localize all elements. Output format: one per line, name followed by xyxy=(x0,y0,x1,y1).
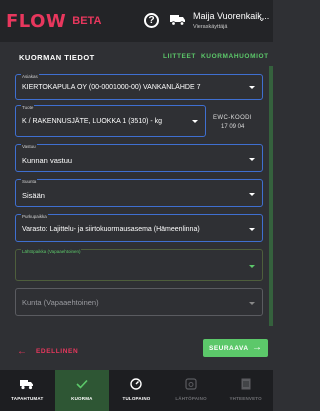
direction-select[interactable]: Suunta Sisään xyxy=(15,179,263,207)
nav-item-label: TAPAHTUMAT xyxy=(11,396,44,401)
scroll-accent xyxy=(269,66,273,326)
chevron-down-icon xyxy=(249,193,255,196)
document-icon xyxy=(241,378,251,390)
bottom-navigation: TAPAHTUMAT KUORMA TULOPAINO LÄHTÖPAINO Y… xyxy=(0,370,273,411)
scale-icon xyxy=(185,378,197,390)
municipality-select[interactable]: Kunta (Vapaaehtoinen) xyxy=(15,288,263,316)
truck-icon xyxy=(170,15,185,26)
product-select[interactable]: Tuote K / RAKENNUSJÄTE, LUOKKA 1 (3510) … xyxy=(15,105,206,137)
direction-label: Suunta xyxy=(21,179,38,184)
unloading-site-select[interactable]: Purkupaikka Varasto: Lajittelu- ja siirt… xyxy=(15,214,263,242)
responsibility-label: Vastuu xyxy=(21,144,37,149)
app-logo[interactable]: FLOW xyxy=(6,11,66,32)
load-notes-link[interactable]: KUORMAHUOMIOT xyxy=(201,53,269,60)
nav-item-label: LÄHTÖPAINO xyxy=(175,396,207,401)
help-icon[interactable]: ? xyxy=(144,13,159,28)
nav-item-events[interactable]: TAPAHTUMAT xyxy=(0,370,55,411)
arrow-left-icon[interactable]: ← xyxy=(17,346,27,357)
municipality-placeholder: Kunta (Vapaaehtoinen) xyxy=(22,298,99,307)
beta-badge: BETA xyxy=(72,15,102,27)
next-button[interactable]: SEURAAVA → xyxy=(203,339,268,357)
responsibility-select[interactable]: Vastuu Kunnan vastuu xyxy=(15,144,263,172)
next-button-label: SEURAAVA xyxy=(209,344,249,352)
nav-item-departure-weight[interactable]: LÄHTÖPAINO xyxy=(164,370,219,411)
chevron-down-icon xyxy=(249,228,255,231)
ewc-code-title: EWC-KOODI xyxy=(213,115,252,121)
previous-button[interactable]: EDELLINEN xyxy=(36,348,78,355)
nav-item-label: TULOPAINO xyxy=(122,396,151,401)
truck-icon xyxy=(20,378,34,390)
origin-select[interactable]: Lähtöpaikka (Vapaaehtoinen) xyxy=(15,249,263,281)
origin-label: Lähtöpaikka (Vapaaehtoinen) xyxy=(21,249,82,254)
nav-item-load[interactable]: KUORMA xyxy=(54,370,110,411)
top-bar: FLOW BETA xyxy=(0,0,273,42)
chevron-down-icon xyxy=(249,158,255,161)
customer-value: KIERTOKAPULA OY (00-0001000-00) VANKANLÄ… xyxy=(22,84,201,91)
chevron-down-icon[interactable]: ⌄ xyxy=(258,13,266,24)
customer-select[interactable]: Asiakas KIERTOKAPULA OY (00-0001000-00) … xyxy=(15,74,263,100)
section-title: KUORMAN TIEDOT xyxy=(19,53,95,62)
chevron-down-icon xyxy=(249,265,255,268)
attachments-link[interactable]: LIITTEET xyxy=(163,53,196,60)
arrow-right-icon: → xyxy=(252,342,262,353)
chevron-down-icon xyxy=(249,302,255,305)
ewc-code-value: 17 09 04 xyxy=(221,124,245,130)
responsibility-value: Kunnan vastuu xyxy=(22,156,73,165)
product-value: K / RAKENNUSJÄTE, LUOKKA 1 (3510) - kg xyxy=(22,118,163,125)
product-label: Tuote xyxy=(21,105,35,110)
nav-item-label: YHTEENVETO xyxy=(229,396,262,401)
chevron-down-icon xyxy=(192,120,198,123)
gauge-icon xyxy=(130,378,143,390)
nav-item-summary[interactable]: YHTEENVETO xyxy=(218,370,273,411)
nav-item-arrival-weight[interactable]: TULOPAINO xyxy=(109,370,164,411)
unloading-site-label: Purkupaikka xyxy=(21,214,48,219)
unloading-site-value: Varasto: Lajittelu- ja siirtokuormausase… xyxy=(22,226,200,233)
check-icon xyxy=(76,378,88,390)
user-role: Vieraskäyttäjä xyxy=(193,24,228,30)
nav-item-label: KUORMA xyxy=(71,396,93,401)
customer-label: Asiakas xyxy=(21,74,39,79)
chevron-down-icon xyxy=(249,86,255,89)
direction-value: Sisään xyxy=(22,191,45,200)
